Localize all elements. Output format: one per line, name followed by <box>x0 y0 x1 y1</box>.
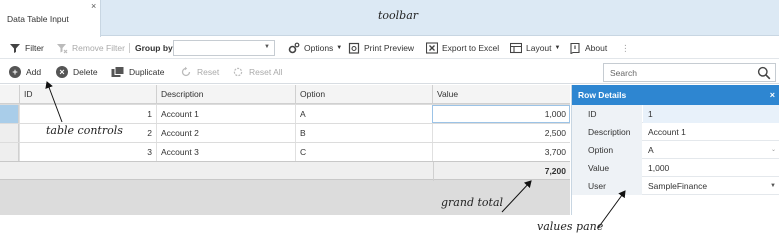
detail-value[interactable]: Account 1 <box>643 123 779 141</box>
group-by-label: Group by <box>135 43 173 53</box>
detail-label: ID <box>572 105 642 123</box>
annotation-grand-total: grand total <box>441 196 504 209</box>
cell-option[interactable]: C <box>295 143 432 161</box>
close-icon[interactable]: × <box>91 2 96 11</box>
reset-label: Reset <box>197 67 220 77</box>
detail-label: User <box>572 177 642 195</box>
column-header-option[interactable]: Option <box>295 85 432 104</box>
detail-field-user[interactable]: User SampleFinance ▼ <box>572 177 779 195</box>
cell-option[interactable]: B <box>295 124 432 142</box>
print-preview-button[interactable]: Print Preview <box>348 37 414 59</box>
cell-id[interactable]: 3 <box>19 143 156 161</box>
about-button[interactable]: About <box>569 37 607 59</box>
reset-all-button[interactable]: Reset All <box>232 60 283 84</box>
detail-label: Option <box>572 141 642 159</box>
detail-value[interactable]: 1 <box>643 105 779 123</box>
cell-value[interactable]: 3,700 <box>432 143 570 161</box>
filter-label: Filter <box>25 43 44 53</box>
add-button[interactable]: + Add <box>9 60 41 84</box>
book-icon <box>569 42 581 55</box>
chevron-down-icon[interactable]: ▼ <box>770 177 776 195</box>
row-details-header: Row Details × <box>572 85 779 105</box>
row-details-title: Row Details <box>578 90 627 100</box>
chevron-down-icon[interactable]: ⌄ <box>771 141 776 159</box>
remove-filter-icon <box>56 42 68 54</box>
more-menu-icon[interactable]: ⋮ <box>621 37 630 59</box>
row-selector[interactable] <box>0 143 19 161</box>
options-button[interactable]: Options ▼ <box>288 37 342 59</box>
layout-label: Layout <box>526 43 552 53</box>
filter-button[interactable]: Filter <box>9 37 44 59</box>
tab-data-table-input[interactable]: Data Table Input × <box>0 0 101 37</box>
column-header-value[interactable]: Value <box>432 85 570 104</box>
table-row[interactable]: 1 Account 1 A 1,000 <box>0 105 570 124</box>
layout-button[interactable]: Layout ▼ <box>509 37 561 59</box>
delete-button[interactable]: × Delete <box>56 60 98 84</box>
annotation-table-controls: table controls <box>46 124 123 137</box>
annotation-values-pane: values pane <box>537 220 604 233</box>
options-label: Options <box>304 43 334 53</box>
search-icon[interactable] <box>757 66 771 80</box>
cell-description[interactable]: Account 2 <box>156 124 295 142</box>
detail-value[interactable]: SampleFinance <box>643 177 779 195</box>
add-label: Add <box>26 67 42 77</box>
reset-all-icon <box>232 66 244 78</box>
cell-id[interactable]: 1 <box>19 105 156 123</box>
cell-description[interactable]: Account 3 <box>156 143 295 161</box>
grand-total-row: 7,200 <box>0 161 570 181</box>
toolbar-divider <box>129 43 130 53</box>
detail-value[interactable]: A <box>643 141 779 159</box>
reset-icon <box>180 66 192 78</box>
table-row[interactable]: 3 Account 3 C 3,700 <box>0 143 570 162</box>
duplicate-label: Duplicate <box>129 67 165 77</box>
detail-value[interactable]: 1,000 <box>643 159 779 177</box>
print-preview-icon <box>348 42 360 54</box>
annotation-toolbar: toolbar <box>378 9 419 22</box>
detail-field-option[interactable]: Option A ⌄ <box>572 141 779 159</box>
print-preview-label: Print Preview <box>364 43 415 53</box>
gear-icon <box>288 42 300 54</box>
tab-label: Data Table Input <box>7 14 69 24</box>
duplicate-icon <box>111 66 125 78</box>
caret-down-icon: ▼ <box>336 45 343 51</box>
grid-header: ID Description Option Value <box>0 85 570 104</box>
cell-value[interactable]: 2,500 <box>432 124 570 142</box>
row-details-pane: Row Details × ID 1 Description Account 1… <box>571 85 779 215</box>
chevron-down-icon: ▼ <box>264 44 270 50</box>
reset-button[interactable]: Reset <box>180 60 219 84</box>
delete-icon: × <box>56 66 68 78</box>
delete-label: Delete <box>73 67 98 77</box>
detail-label: Value <box>572 159 642 177</box>
duplicate-button[interactable]: Duplicate <box>111 60 164 84</box>
remove-filter-label: Remove Filter <box>72 43 125 53</box>
detail-field-description[interactable]: Description Account 1 <box>572 123 779 141</box>
search-box <box>603 63 776 82</box>
search-input[interactable] <box>610 67 750 79</box>
caret-down-icon: ▼ <box>554 45 561 51</box>
layout-icon <box>509 42 523 54</box>
excel-icon <box>425 42 439 54</box>
cell-value[interactable]: 1,000 <box>432 105 570 123</box>
row-selector[interactable] <box>0 105 19 123</box>
filter-icon <box>9 42 21 54</box>
detail-field-value[interactable]: Value 1,000 <box>572 159 779 177</box>
plus-icon: + <box>9 66 21 78</box>
cell-option[interactable]: A <box>295 105 432 123</box>
row-selector[interactable] <box>0 124 19 142</box>
detail-label: Description <box>572 123 642 141</box>
reset-all-label: Reset All <box>249 67 283 77</box>
detail-field-id[interactable]: ID 1 <box>572 105 779 123</box>
export-label: Export to Excel <box>442 43 500 53</box>
column-header-id[interactable]: ID <box>19 85 156 104</box>
column-header-description[interactable]: Description <box>156 85 295 104</box>
close-icon[interactable]: × <box>770 85 775 105</box>
remove-filter-button[interactable]: Remove Filter <box>56 37 125 59</box>
cell-description[interactable]: Account 1 <box>156 105 295 123</box>
export-to-excel-button[interactable]: Export to Excel <box>425 37 500 59</box>
grand-total-value: 7,200 <box>433 162 570 181</box>
group-by-select[interactable]: ▼ <box>173 40 275 56</box>
about-label: About <box>585 43 608 53</box>
